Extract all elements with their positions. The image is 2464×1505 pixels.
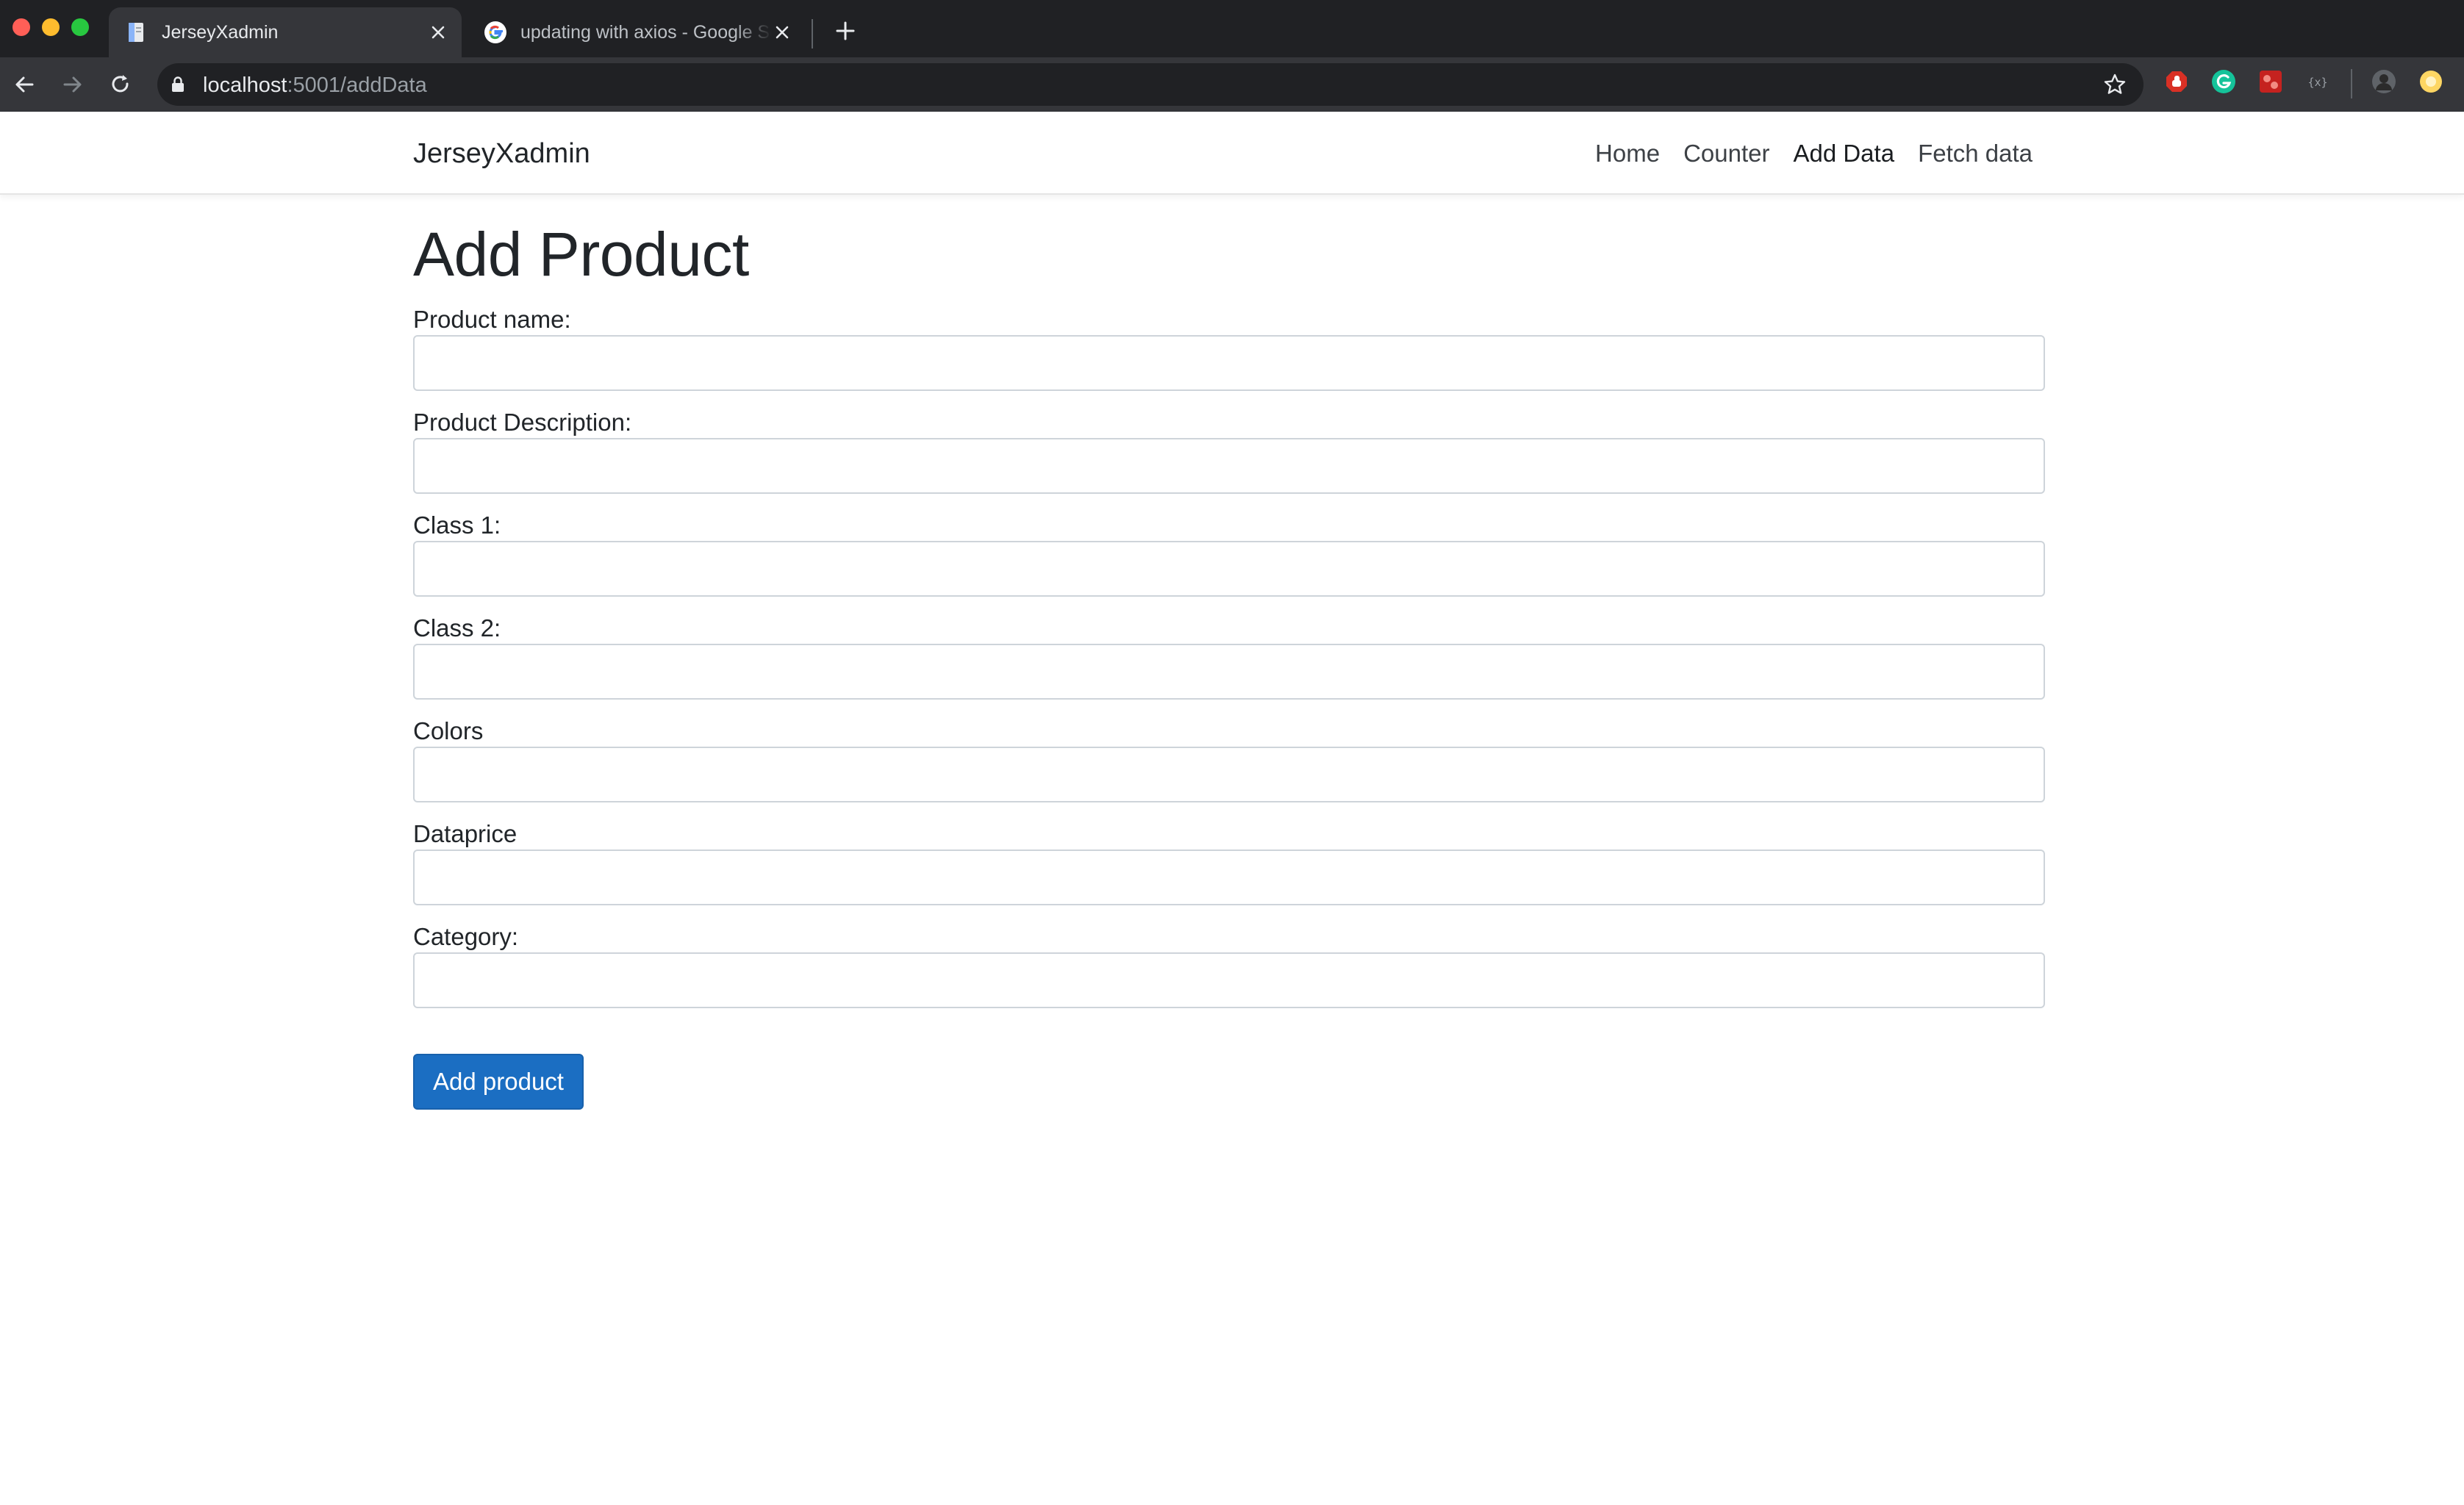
page-title: Add Product <box>413 220 749 289</box>
minimize-window-button[interactable] <box>42 18 60 36</box>
nav-link-home[interactable]: Home <box>1595 140 1660 168</box>
browser-tab-active[interactable]: JerseyXadmin <box>109 7 462 57</box>
browser-tab[interactable]: updating with axios - Google Search <box>468 7 806 57</box>
colors-input[interactable] <box>413 747 2045 802</box>
toolbar-divider <box>2351 69 2352 98</box>
add-product-button[interactable]: Add product <box>413 1054 584 1110</box>
product-name-field: Product name: <box>413 306 2045 409</box>
class-1-input[interactable] <box>413 541 2045 597</box>
reload-icon[interactable] <box>107 71 134 98</box>
back-arrow-icon[interactable] <box>12 71 38 98</box>
nav-link-fetch-data[interactable]: Fetch data <box>1918 140 2033 168</box>
browser-tab-bar: JerseyXadmin updating with axios - Googl… <box>0 0 2464 57</box>
class-2-label: Class 2: <box>413 614 501 642</box>
url-host: localhost <box>203 73 287 97</box>
grammarly-extension-icon[interactable] <box>2211 69 2236 94</box>
json-viewer-extension-icon[interactable]: {x} <box>2305 69 2330 94</box>
main-content: Add Product Product name: Product Descri… <box>413 213 2045 1110</box>
dataprice-field: Dataprice <box>413 820 2045 923</box>
category-input[interactable] <box>413 952 2045 1008</box>
close-tab-icon[interactable] <box>428 22 448 43</box>
product-description-field: Product Description: <box>413 409 2045 511</box>
forward-arrow-icon[interactable] <box>59 71 85 98</box>
category-field: Category: <box>413 923 2045 1026</box>
update-badge-icon[interactable] <box>2418 69 2443 94</box>
tab-title: JerseyXadmin <box>162 21 279 43</box>
dataprice-label: Dataprice <box>413 820 517 847</box>
tab-title: updating with axios - Google Search <box>520 21 772 43</box>
address-bar[interactable]: localhost:5001/addData <box>157 63 2144 106</box>
colors-field: Colors <box>413 717 2045 820</box>
class-2-field: Class 2: <box>413 614 2045 717</box>
nav-link-add-data[interactable]: Add Data <box>1793 140 1894 168</box>
colors-label: Colors <box>413 717 484 744</box>
close-window-button[interactable] <box>12 18 30 36</box>
class-1-label: Class 1: <box>413 511 501 539</box>
puzzle-extension-icon[interactable] <box>2258 69 2283 94</box>
maximize-window-button[interactable] <box>71 18 89 36</box>
document-icon <box>129 23 143 42</box>
svg-text:{x}: {x} <box>2307 76 2327 89</box>
brand-link[interactable]: JerseyXadmin <box>413 138 590 170</box>
close-tab-icon[interactable] <box>772 22 792 43</box>
browser-toolbar: localhost:5001/addData <box>0 57 2464 112</box>
lock-icon <box>172 76 184 92</box>
class-1-field: Class 1: <box>413 511 2045 614</box>
bookmark-star-icon[interactable] <box>2102 72 2127 97</box>
app-navbar: JerseyXadmin Home Counter Add Data Fetch… <box>0 112 2464 195</box>
adblock-extension-icon[interactable] <box>2164 69 2189 94</box>
class-2-input[interactable] <box>413 644 2045 700</box>
url-path: :5001/addData <box>287 73 427 97</box>
product-description-input[interactable] <box>413 438 2045 494</box>
profile-avatar[interactable] <box>2371 69 2396 94</box>
nav-links: Home Counter Add Data Fetch data <box>1595 140 2033 168</box>
dataprice-input[interactable] <box>413 850 2045 905</box>
url-text: localhost:5001/addData <box>203 73 427 98</box>
add-product-form: Product name: Product Description: Class… <box>413 306 2045 1110</box>
google-icon <box>484 21 506 43</box>
category-label: Category: <box>413 923 519 950</box>
tab-divider <box>812 19 813 49</box>
product-name-input[interactable] <box>413 335 2045 391</box>
nav-link-counter[interactable]: Counter <box>1683 140 1769 168</box>
product-description-label: Product Description: <box>413 409 632 436</box>
new-tab-plus-icon[interactable] <box>832 18 859 44</box>
product-name-label: Product name: <box>413 306 571 333</box>
